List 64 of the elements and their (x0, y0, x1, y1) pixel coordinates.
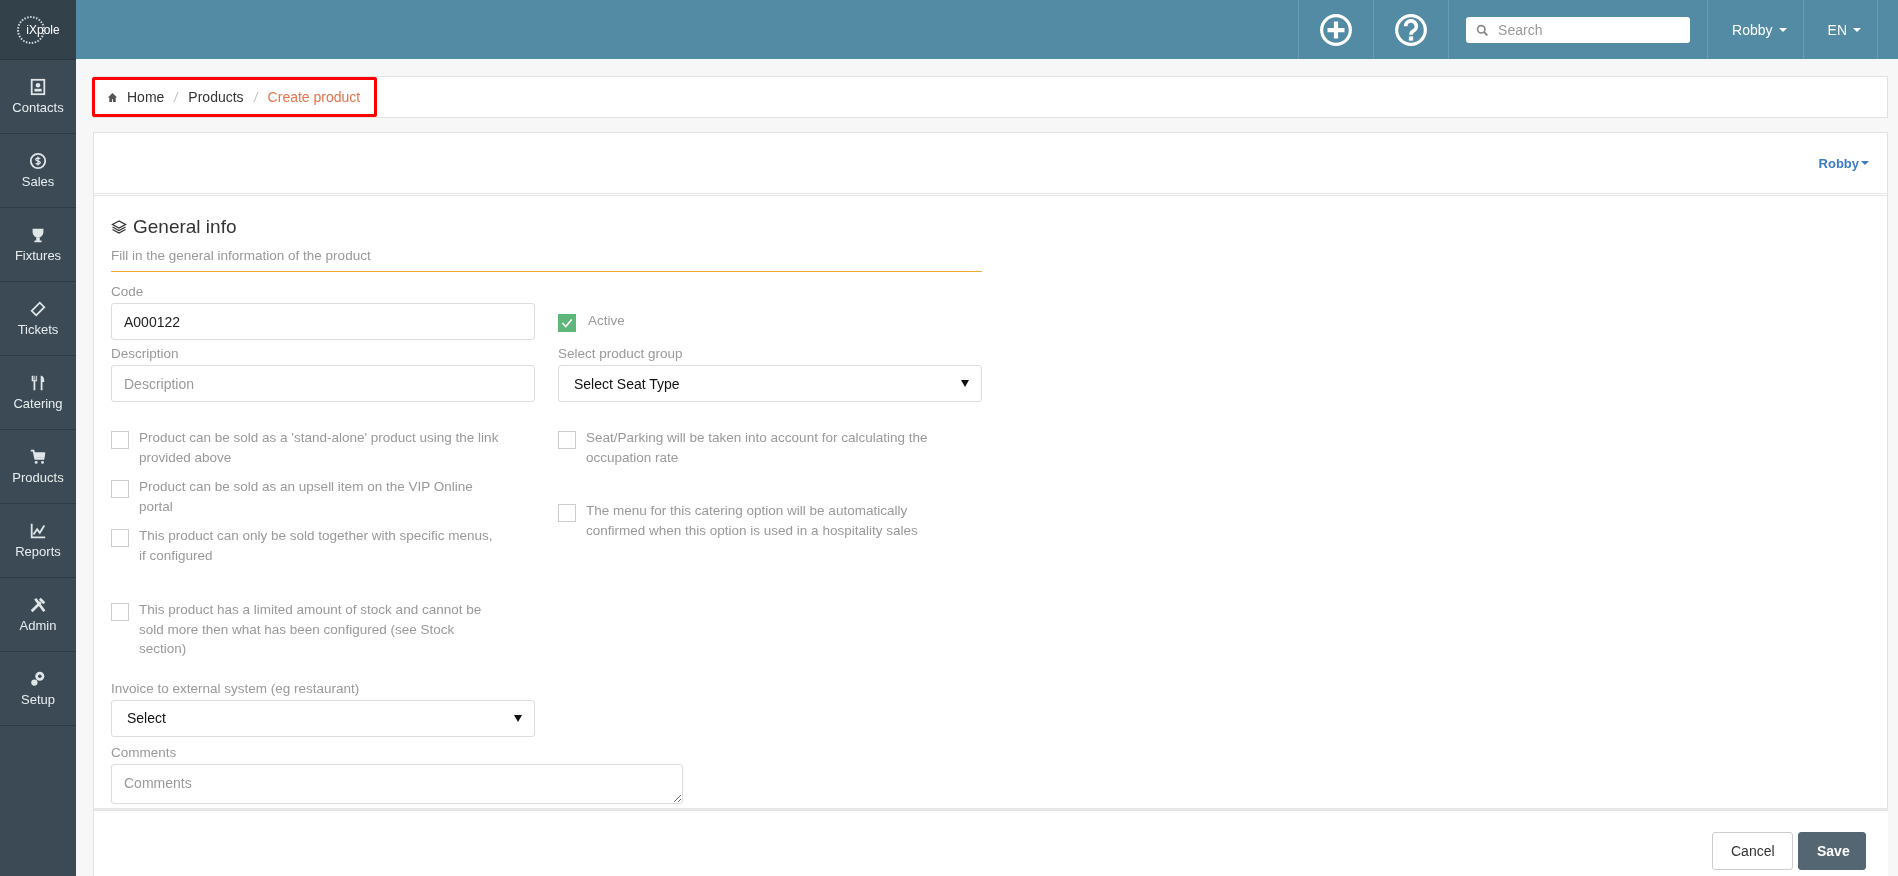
caret-icon (961, 380, 969, 387)
caret-icon (1778, 27, 1787, 32)
comments-field[interactable]: Comments (111, 763, 683, 804)
checkbox-label: The menu for this catering option will be automatically confirmed when this option is used in a hospitality sales (586, 502, 919, 540)
checkbox[interactable] (111, 529, 129, 547)
nav-icon (29, 374, 47, 392)
separator-icon (173, 91, 180, 103)
checkbox[interactable] (558, 504, 576, 522)
caret-icon (1853, 27, 1861, 32)
checkbox[interactable] (558, 431, 576, 449)
language-menu[interactable]: EN (1803, 0, 1878, 59)
code-field[interactable]: A000122 (111, 303, 535, 340)
field-label: Comments (111, 744, 178, 760)
breadcrumb-link[interactable]: Home (127, 89, 165, 105)
save-button[interactable]: Save (1798, 832, 1866, 870)
sidebar-item[interactable]: Setup (0, 652, 76, 726)
field-label: Invoice to external system (eg restaurant) (111, 680, 361, 696)
add-icon[interactable] (1319, 12, 1354, 47)
invoice-dropdown[interactable]: Select (111, 699, 535, 737)
checkbox[interactable] (111, 431, 129, 449)
section-title: General info (133, 216, 237, 238)
nav-icon (29, 448, 47, 466)
checkbox-label: Product can be sold as a 'stand-alone' product using the link provided above (139, 429, 499, 467)
field-label: Description (111, 346, 180, 361)
owner-menu[interactable]: Robby (1818, 155, 1869, 171)
field-label: Code (111, 284, 145, 299)
sidebar-item[interactable]: Catering (0, 356, 76, 430)
sidebar-item[interactable]: Contacts (0, 60, 76, 134)
sidebar-item[interactable]: Sales (0, 134, 76, 208)
checkbox-label: Product can be sold as an upsell item on the VIP Online portal (139, 478, 474, 516)
checkbox-label: This product has a limited amount of stock and cannot be sold more then what has been configured (see Stock section) (139, 601, 483, 658)
sidebar-item[interactable]: Reports (0, 504, 76, 578)
nav-icon (29, 300, 47, 318)
layers-icon (111, 219, 127, 235)
sidebar-item[interactable]: Tickets (0, 282, 76, 356)
caret-icon (1861, 161, 1869, 165)
user-menu[interactable]: Robby (1708, 0, 1804, 59)
breadcrumb-link[interactable]: Products (188, 89, 244, 105)
caret-icon (514, 714, 522, 722)
separator-icon (252, 91, 259, 103)
field-label: Select product group (558, 346, 684, 361)
checkbox[interactable] (111, 480, 129, 498)
sidebar-item[interactable]: Admin (0, 578, 76, 652)
checkbox-label: This product can only be sold together with specific menus, if configured (139, 527, 494, 565)
help-icon[interactable] (1394, 12, 1429, 47)
sidebar-item[interactable]: Products (0, 430, 76, 504)
nav-icon (29, 78, 47, 96)
nav-icon (29, 522, 47, 540)
home-icon (107, 91, 118, 103)
nav-icon (29, 596, 47, 614)
checkbox-label: Seat/Parking will be taken into account for calculating the occupation rate (586, 429, 929, 467)
sidebar-item[interactable]: Fixtures (0, 208, 76, 282)
description-field[interactable]: Description (111, 365, 535, 402)
product-group-dropdown[interactable]: Select Seat Type (558, 365, 982, 402)
cancel-button[interactable]: Cancel (1712, 832, 1793, 870)
checkbox[interactable] (558, 313, 576, 332)
section-subtitle: Fill in the general information of the product (111, 248, 982, 272)
search-field[interactable]: Search (1466, 16, 1691, 43)
search-icon (1476, 23, 1490, 37)
checkbox[interactable] (111, 603, 129, 621)
logo-text: iXpole (26, 22, 60, 37)
nav-icon (29, 152, 47, 170)
nav-icon (29, 670, 47, 688)
checkbox-label: Active (588, 312, 625, 331)
